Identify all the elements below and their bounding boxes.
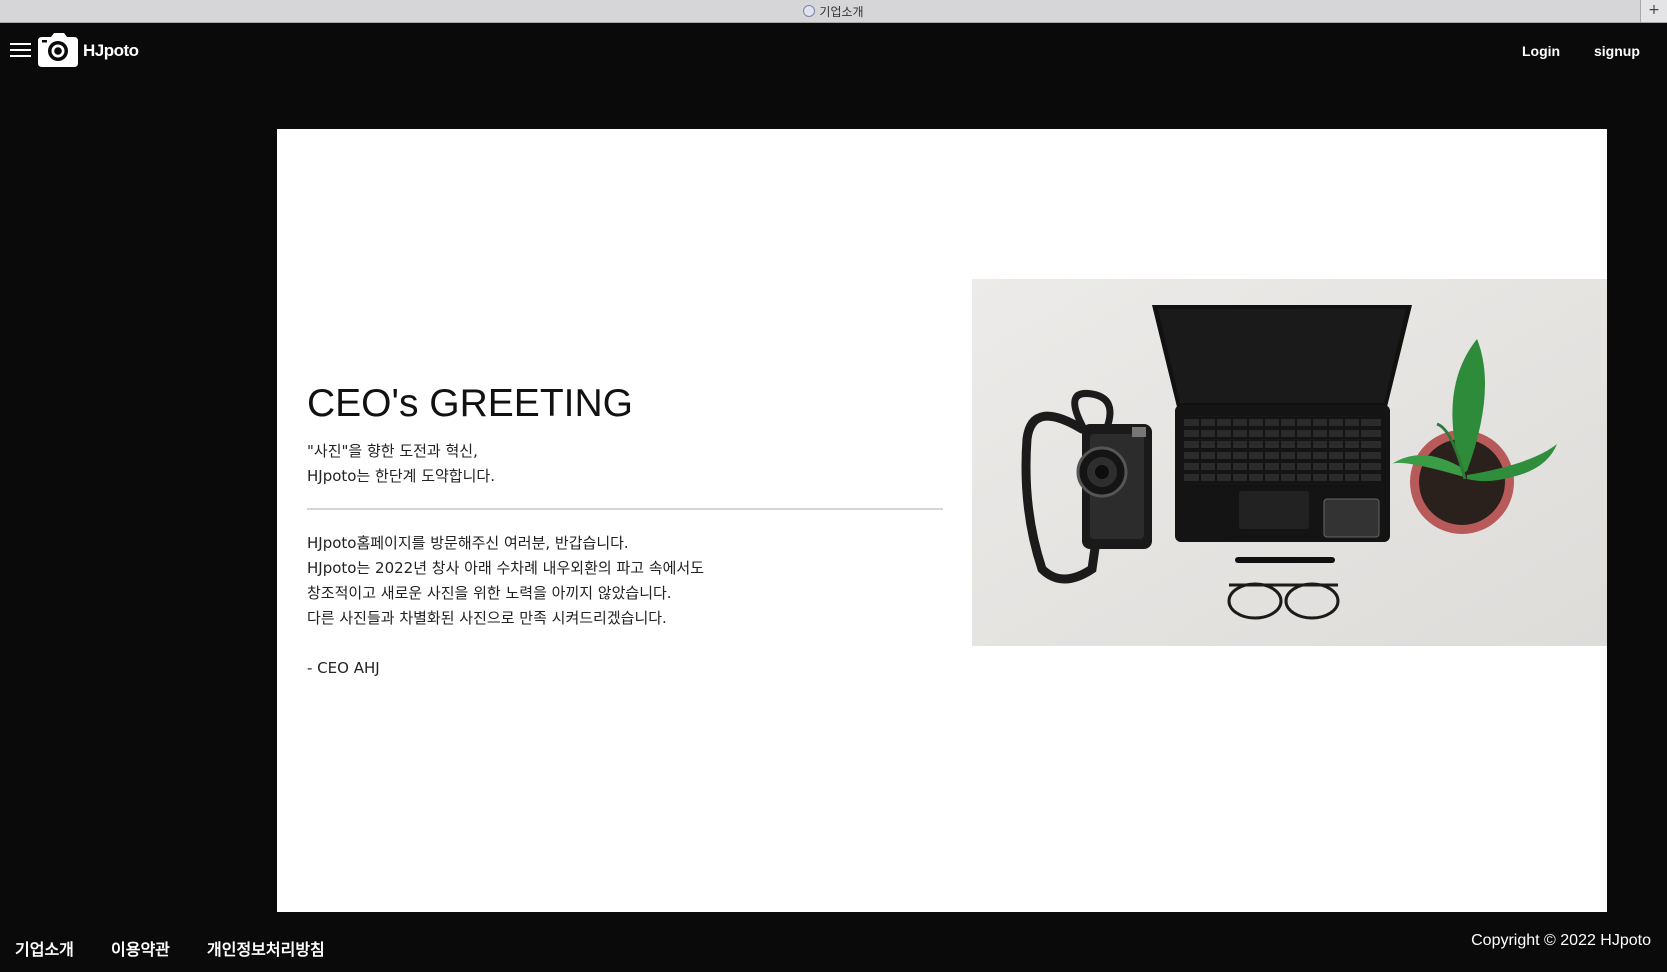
body-line: 다른 사진들과 차별화된 사진으로 만족 시켜드리겠습니다. <box>307 609 667 627</box>
browser-tab[interactable]: 기업소개 <box>0 3 1667 20</box>
camera-logo-icon <box>38 33 78 67</box>
greeting-body: HJpoto홈페이지를 방문해주신 여러분, 반갑습니다. HJpoto는 20… <box>307 531 943 631</box>
subtitle-line: HJpoto는 한단계 도약합니다. <box>307 467 495 485</box>
section-divider <box>307 508 943 510</box>
greeting-title: CEO's GREETING <box>307 382 633 425</box>
body-line: HJpoto홈페이지를 방문해주신 여러분, 반갑습니다. <box>307 534 629 552</box>
tab-title: 기업소개 <box>819 5 864 19</box>
signup-link[interactable]: signup <box>1594 43 1640 59</box>
footer-link-privacy[interactable]: 개인정보처리방침 <box>207 936 325 960</box>
login-link[interactable]: Login <box>1522 43 1560 59</box>
footer-link-company[interactable]: 기업소개 <box>15 936 74 960</box>
greeting-subtitle: "사진"을 향한 도전과 혁신, HJpoto는 한단계 도약합니다. <box>307 439 943 489</box>
brand-name: HJpoto <box>83 41 139 60</box>
ceo-signature: - CEO AHJ <box>307 659 380 677</box>
browser-tab-strip: 기업소개 + <box>0 0 1667 23</box>
subtitle-line: "사진"을 향한 도전과 혁신, <box>307 442 478 460</box>
body-line: HJpoto는 2022년 창사 아래 수차례 내우외환의 파고 속에서도 <box>307 559 705 577</box>
camera <box>1076 424 1152 549</box>
footer-link-terms[interactable]: 이용약관 <box>111 936 170 960</box>
content-card: CEO's GREETING "사진"을 향한 도전과 혁신, HJpoto는 … <box>277 129 1607 912</box>
laptop <box>1152 305 1412 542</box>
hero-photo <box>972 279 1607 646</box>
hamburger-menu-icon[interactable] <box>10 41 32 59</box>
copyright-text: Copyright © 2022 HJpoto <box>1471 932 1651 949</box>
new-tab-button[interactable]: + <box>1640 0 1667 22</box>
site-header: HJpoto Login signup <box>0 23 1667 79</box>
tab-favicon-icon <box>803 5 816 17</box>
pen <box>1235 557 1335 563</box>
ceo-greeting-section: CEO's GREETING "사진"을 향한 도전과 혁신, HJpoto는 … <box>307 381 943 681</box>
body-line: 창조적이고 새로운 사진을 위한 노력을 아끼지 않았습니다. <box>307 584 672 602</box>
flatlay-illustration <box>972 279 1607 646</box>
